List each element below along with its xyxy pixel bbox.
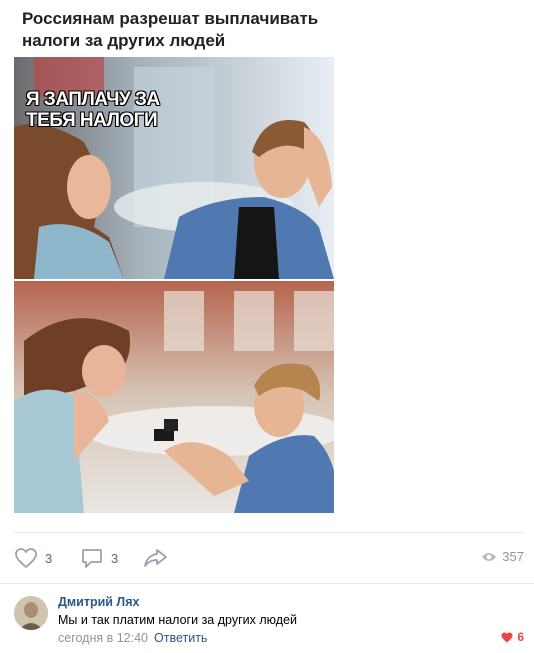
comment-meta: сегодня в 12:40 Ответить [58, 631, 207, 645]
like-count: 3 [45, 550, 53, 566]
meme-image-top[interactable]: Я ЗАПЛАЧУ ЗА ТЕБЯ НАЛОГИ [14, 57, 334, 279]
comment-time[interactable]: сегодня в 12:40 [58, 631, 148, 645]
avatar-image [14, 596, 48, 630]
meme-photo-bottom-art [14, 281, 334, 513]
speech-bubble-icon [82, 549, 102, 568]
comment-count: 3 [111, 550, 119, 566]
views-counter: 357 [481, 549, 524, 564]
views-count: 357 [502, 549, 524, 564]
post-title: Россиянам разрешат выплачивать налоги за… [22, 9, 319, 50]
comment-button[interactable]: 3 [80, 546, 118, 570]
meme-caption: Я ЗАПЛАЧУ ЗА ТЕБЯ НАЛОГИ [26, 89, 160, 131]
commenter-avatar[interactable] [14, 596, 48, 630]
comment-like-count: 6 [517, 630, 524, 644]
comments-divider [0, 583, 534, 584]
post-divider [14, 532, 524, 533]
meme-image-bottom[interactable] [14, 281, 334, 513]
share-arrow-icon [144, 549, 167, 567]
comment-author[interactable]: Дмитрий Лях [58, 595, 139, 609]
heart-filled-icon [501, 632, 513, 642]
comment-like-button[interactable]: 6 [501, 630, 524, 644]
heart-outline-icon [15, 548, 37, 568]
reply-link[interactable]: Ответить [154, 631, 207, 645]
like-button[interactable]: 3 [14, 546, 52, 570]
comment-text: Мы и так платим налоги за других людей [58, 613, 297, 627]
eye-icon [482, 552, 497, 561]
share-button[interactable] [143, 546, 169, 570]
